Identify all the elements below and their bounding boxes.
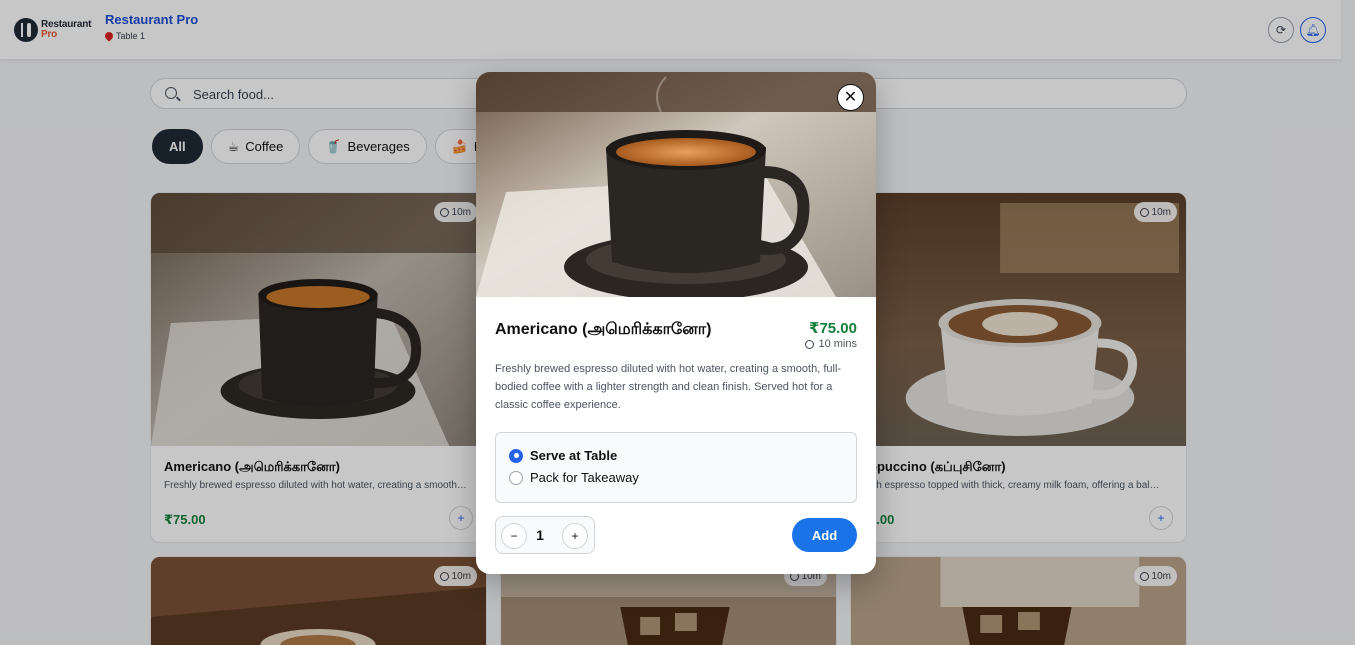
food-image: [476, 72, 876, 297]
close-icon: ✕: [843, 88, 858, 106]
option-label: Serve at Table: [530, 448, 618, 463]
radio-selected-icon[interactable]: [509, 448, 523, 463]
add-button[interactable]: Add: [792, 518, 857, 552]
increase-quantity-button[interactable]: +: [562, 523, 588, 549]
option-serve-at-table[interactable]: Serve at Table: [509, 448, 617, 463]
prep-time: 10 mins: [805, 338, 857, 350]
item-title: Americano (அமெரிக்கானோ): [495, 321, 712, 338]
close-button[interactable]: ✕: [837, 84, 864, 111]
option-label: Pack for Takeaway: [530, 470, 639, 485]
quantity-stepper: − 1 +: [495, 516, 595, 554]
clock-icon: [805, 339, 815, 349]
item-description: Freshly brewed espresso diluted with hot…: [495, 363, 842, 411]
service-options: Serve at Table Pack for Takeaway: [495, 432, 857, 503]
item-price: ₹75.00: [809, 320, 857, 337]
option-pack-for-takeaway[interactable]: Pack for Takeaway: [509, 470, 639, 485]
quantity-value: 1: [536, 527, 544, 543]
item-detail-modal: ✕ Americano (அமெரிக்கானோ) ₹75.00 10 mins…: [476, 72, 876, 574]
radio-unselected-icon[interactable]: [509, 470, 523, 485]
decrease-quantity-button[interactable]: −: [501, 523, 527, 549]
